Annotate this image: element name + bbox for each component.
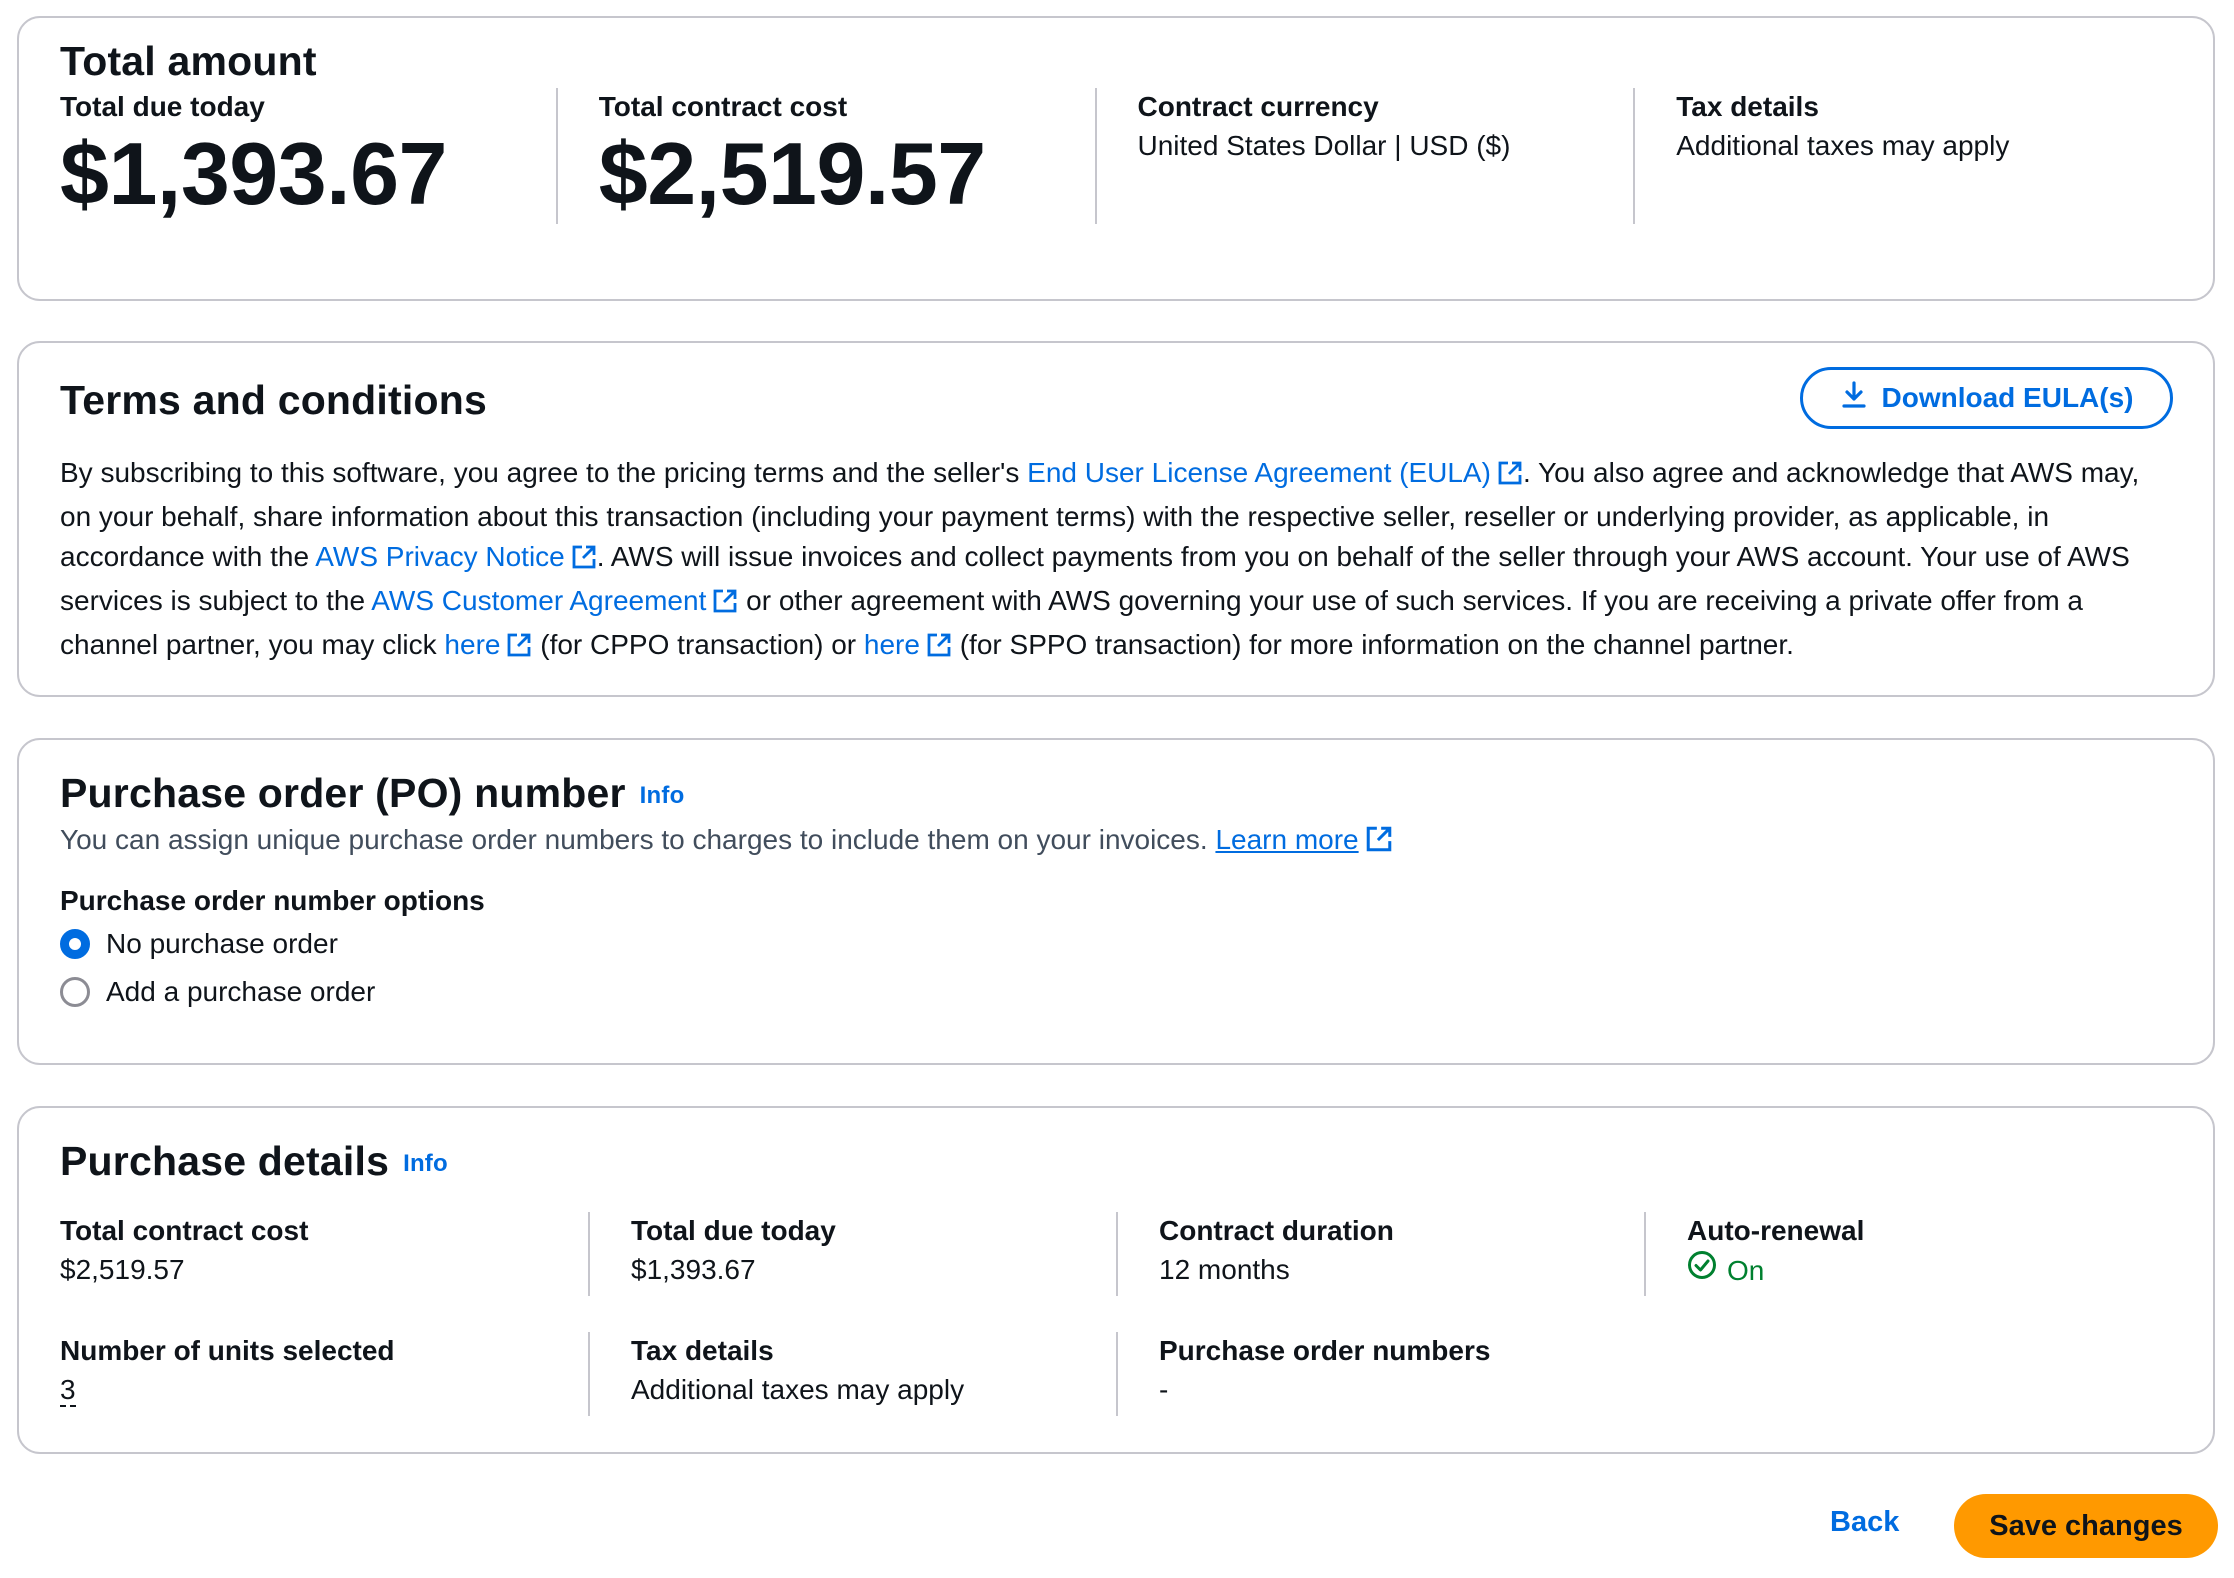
detail-value: $2,519.57 xyxy=(60,1254,185,1285)
radio-label-no-purchase-order: No purchase order xyxy=(106,928,338,959)
detail-total-contract-cost: Total contract cost $2,519.57 xyxy=(60,1212,588,1296)
radio-button-checked[interactable] xyxy=(60,929,90,959)
external-link-icon xyxy=(1365,824,1393,864)
customer-agreement-link[interactable]: AWS Customer Agreement xyxy=(371,585,738,616)
external-link-icon xyxy=(926,629,952,669)
terms-card: Terms and conditions Download EULA(s) By… xyxy=(17,341,2215,697)
radio-button-unchecked[interactable] xyxy=(60,977,90,1007)
download-eula-button[interactable]: Download EULA(s) xyxy=(1800,367,2173,429)
tax-details-value: Additional taxes may apply xyxy=(1676,130,2010,161)
total-amount-row: Total due today $1,393.67 Total contract… xyxy=(60,88,2172,224)
po-title-text: Purchase order (PO) number xyxy=(60,770,626,816)
download-icon xyxy=(1840,380,1868,417)
detail-label: Number of units selected xyxy=(60,1335,395,1366)
radio-no-purchase-order[interactable]: No purchase order xyxy=(60,928,338,960)
cppo-here-link[interactable]: here xyxy=(444,629,532,660)
check-circle-icon xyxy=(1687,1250,1717,1291)
radio-label-add-purchase-order: Add a purchase order xyxy=(106,976,376,1007)
po-title: Purchase order (PO) number Info xyxy=(60,770,684,817)
contract-currency-label: Contract currency xyxy=(1137,91,1379,122)
total-amount-card: Total amount Total due today $1,393.67 T… xyxy=(17,16,2215,301)
detail-label: Tax details xyxy=(631,1335,774,1366)
details-info-link[interactable]: Info xyxy=(403,1150,448,1177)
details-title: Purchase details Info xyxy=(60,1138,448,1185)
external-link-icon xyxy=(712,585,738,625)
back-button[interactable]: Back xyxy=(1830,1506,1899,1539)
total-contract-cost-label: Total contract cost xyxy=(598,91,848,122)
checkout-page: Total amount Total due today $1,393.67 T… xyxy=(0,0,2234,1578)
details-grid-row-2: Number of units selected 3 Tax details A… xyxy=(60,1332,2172,1416)
total-contract-cost-value: $2,519.57 xyxy=(598,124,986,223)
po-description-text: You can assign unique purchase order num… xyxy=(60,824,1216,855)
external-link-icon xyxy=(571,541,597,581)
download-eula-label: Download EULA(s) xyxy=(1881,382,2134,413)
detail-auto-renewal: Auto-renewal On xyxy=(1644,1212,2172,1296)
detail-label: Total contract cost xyxy=(60,1215,309,1246)
po-info-link[interactable]: Info xyxy=(640,782,685,809)
terms-text-1: By subscribing to this software, you agr… xyxy=(60,457,1028,488)
detail-label: Auto-renewal xyxy=(1687,1215,1865,1246)
detail-total-due-today: Total due today $1,393.67 xyxy=(588,1212,1116,1296)
po-options-label: Purchase order number options xyxy=(60,885,485,916)
terms-text-5: (for CPPO transaction) or xyxy=(532,629,864,660)
auto-renewal-status: On xyxy=(1687,1250,2172,1291)
terms-text: By subscribing to this software, you agr… xyxy=(60,453,2172,669)
detail-label: Total due today xyxy=(631,1215,836,1246)
external-link-icon xyxy=(1497,457,1523,497)
total-due-today: Total due today $1,393.67 xyxy=(60,88,556,222)
total-contract-cost: Total contract cost $2,519.57 xyxy=(555,88,1095,224)
detail-contract-duration: Contract duration 12 months xyxy=(1116,1212,1644,1296)
terms-text-6: (for SPPO transaction) for more informat… xyxy=(951,629,1794,660)
details-title-text: Purchase details xyxy=(60,1138,390,1184)
save-changes-button[interactable]: Save changes xyxy=(1954,1494,2218,1558)
tax-details: Tax details Additional taxes may apply xyxy=(1633,88,2172,224)
eula-link[interactable]: End User License Agreement (EULA) xyxy=(1027,457,1523,488)
detail-tax-details: Tax details Additional taxes may apply xyxy=(588,1332,1116,1416)
terms-title: Terms and conditions xyxy=(60,377,487,423)
po-description: You can assign unique purchase order num… xyxy=(60,820,1393,864)
sppo-here-link[interactable]: here xyxy=(864,629,952,660)
privacy-notice-link[interactable]: AWS Privacy Notice xyxy=(315,541,596,572)
detail-label: Purchase order numbers xyxy=(1159,1335,1491,1366)
save-changes-label: Save changes xyxy=(1989,1509,2183,1542)
radio-add-purchase-order[interactable]: Add a purchase order xyxy=(60,976,375,1008)
detail-value: 12 months xyxy=(1159,1254,1290,1285)
total-due-today-value: $1,393.67 xyxy=(60,124,447,223)
external-link-icon xyxy=(506,629,532,669)
detail-empty-cell xyxy=(1644,1332,2172,1416)
details-grid-row-1: Total contract cost $2,519.57 Total due … xyxy=(60,1212,2172,1296)
detail-value: - xyxy=(1159,1374,1169,1405)
total-due-today-label: Total due today xyxy=(60,91,265,122)
auto-renewal-value: On xyxy=(1727,1254,1765,1286)
total-amount-title: Total amount xyxy=(60,38,317,84)
units-value-popover[interactable]: 3 xyxy=(60,1374,76,1407)
contract-currency: Contract currency United States Dollar |… xyxy=(1094,88,1634,224)
contract-currency-value: United States Dollar | USD ($) xyxy=(1137,130,1511,161)
tax-details-label: Tax details xyxy=(1676,91,1819,122)
purchase-order-card: Purchase order (PO) number Info You can a… xyxy=(17,738,2215,1065)
detail-value: Additional taxes may apply xyxy=(631,1374,965,1405)
detail-value: $1,393.67 xyxy=(631,1254,756,1285)
detail-label: Contract duration xyxy=(1159,1215,1394,1246)
learn-more-link[interactable]: Learn more xyxy=(1215,824,1392,855)
detail-value: 3 xyxy=(60,1370,588,1410)
purchase-details-card: Purchase details Info Total contract cost… xyxy=(17,1106,2215,1454)
detail-po-numbers: Purchase order numbers - xyxy=(1116,1332,1644,1416)
detail-units-selected: Number of units selected 3 xyxy=(60,1332,588,1416)
